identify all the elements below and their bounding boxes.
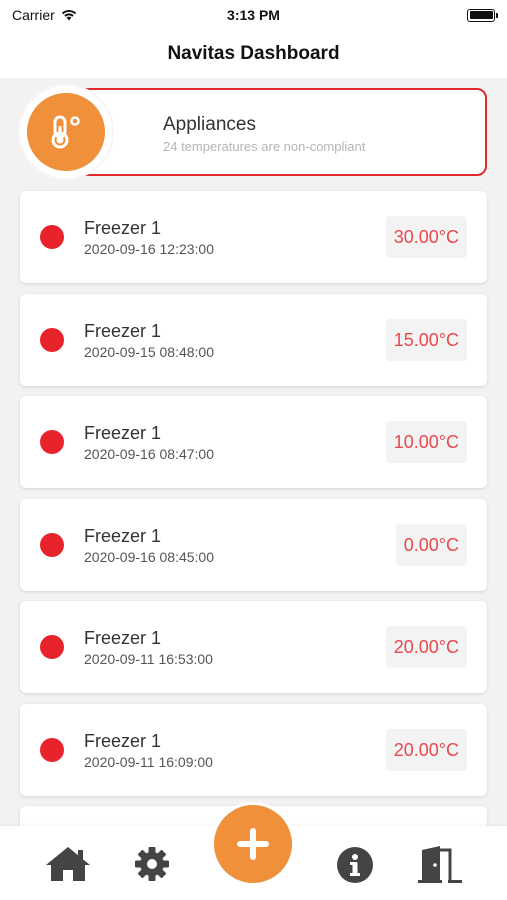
- battery-icon: [467, 8, 498, 22]
- nav-bar: Navitas Dashboard: [0, 30, 507, 78]
- temperature-badge: 10.00°C: [385, 421, 467, 463]
- status-dot: [40, 738, 64, 762]
- add-button[interactable]: [211, 802, 295, 886]
- summary-icon-ring: [20, 86, 112, 178]
- status-dot: [40, 225, 64, 249]
- logout-icon[interactable]: [418, 844, 466, 884]
- appliance-name: Freezer 1: [84, 321, 162, 341]
- summary-card-body: Appliances 24 temperatures are non-compl…: [50, 88, 487, 176]
- carrier-label: Carrier: [12, 7, 55, 23]
- wifi-icon: [61, 9, 76, 21]
- appliance-name: Freezer 1: [84, 218, 162, 238]
- info-icon[interactable]: [336, 846, 374, 884]
- summary-subtitle: 24 temperatures are non-compliant: [163, 139, 366, 154]
- reading-date: 2020-09-11 16:53:00: [84, 651, 213, 667]
- status-dot: [40, 635, 64, 659]
- temperature-badge: 0.00°C: [395, 524, 467, 566]
- appliance-name: Freezer 1: [84, 628, 162, 648]
- status-dot: [40, 533, 64, 557]
- gear-icon[interactable]: [134, 846, 170, 882]
- status-dot: [40, 430, 64, 454]
- status-bar: Carrier 3:13 PM: [0, 0, 507, 30]
- temperature-badge: 20.00°C: [385, 729, 467, 771]
- add-icon: [214, 805, 292, 883]
- reading-date: 2020-09-11 16:09:00: [84, 754, 213, 770]
- summary-title: Appliances: [163, 114, 256, 135]
- temperature-badge: 15.00°C: [385, 319, 467, 361]
- list-item[interactable]: Freezer 1 2020-09-16 12:23:00 30.00°C: [20, 191, 487, 283]
- temperature-badge: 20.00°C: [385, 626, 467, 668]
- home-icon[interactable]: [44, 845, 92, 883]
- reading-date: 2020-09-15 08:48:00: [84, 344, 214, 360]
- list-item[interactable]: Freezer 1 2020-09-11 16:09:00 20.00°C: [20, 704, 487, 796]
- appliance-name: Freezer 1: [84, 526, 162, 546]
- list-item[interactable]: Freezer 1 2020-09-15 08:48:00 15.00°C: [20, 294, 487, 386]
- list-item[interactable]: Freezer 1 2020-09-11 16:53:00 20.00°C: [20, 601, 487, 693]
- appliance-name: Freezer 1: [84, 423, 162, 443]
- status-dot: [40, 328, 64, 352]
- list-item[interactable]: Freezer 1 2020-09-16 08:45:00 0.00°C: [20, 499, 487, 591]
- temperature-badge: 30.00°C: [385, 216, 467, 258]
- appliances-summary-card[interactable]: Appliances 24 temperatures are non-compl…: [20, 86, 487, 178]
- page-title: Navitas Dashboard: [167, 43, 340, 64]
- appliance-name: Freezer 1: [84, 731, 162, 751]
- reading-date: 2020-09-16 08:47:00: [84, 446, 214, 462]
- carrier-group: Carrier: [12, 7, 77, 23]
- reading-date: 2020-09-16 12:23:00: [84, 241, 214, 257]
- reading-date: 2020-09-16 08:45:00: [84, 549, 214, 565]
- list-item[interactable]: Freezer 1 2020-09-16 08:47:00 10.00°C: [20, 396, 487, 488]
- thermometer-icon: [27, 93, 105, 171]
